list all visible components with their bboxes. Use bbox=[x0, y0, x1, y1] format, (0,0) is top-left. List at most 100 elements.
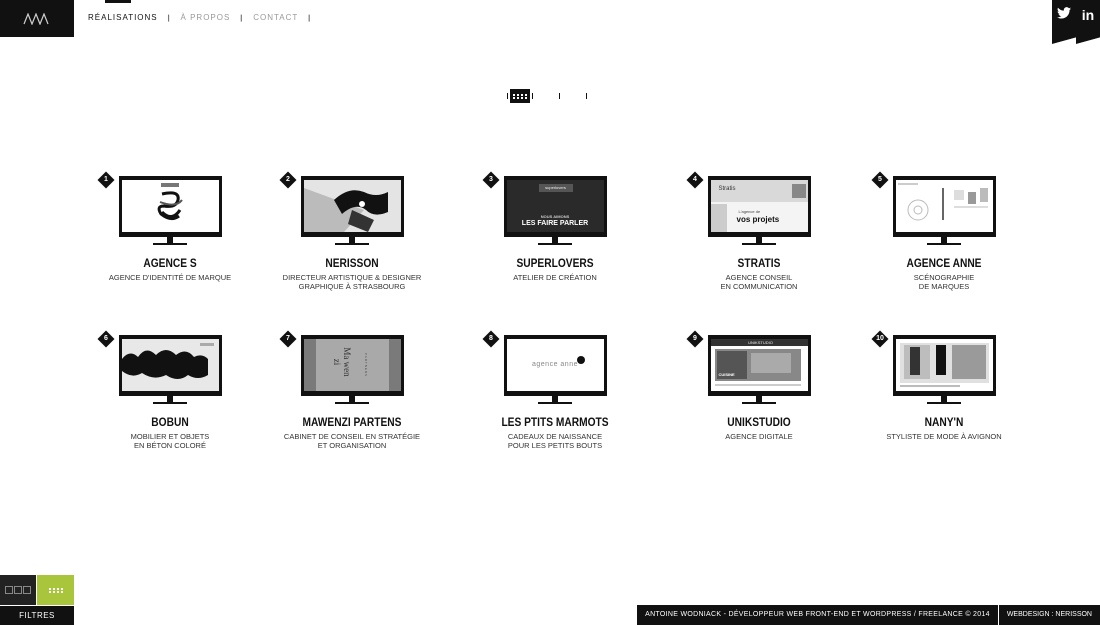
monitor-foot bbox=[153, 243, 187, 245]
project-monitor[interactable] bbox=[118, 176, 222, 237]
project-number-badge: 6 bbox=[97, 330, 115, 348]
project-card[interactable]: 4 Stratis L'agence de vos projets Strati… bbox=[679, 171, 839, 291]
project-monitor[interactable] bbox=[300, 176, 404, 237]
nav-item-a-propos[interactable]: À propos bbox=[181, 13, 231, 22]
project-title[interactable]: Unikstudio bbox=[691, 415, 827, 429]
footer: Antoine Wodniack - Développeur web front… bbox=[637, 605, 1100, 625]
project-monitor[interactable] bbox=[118, 335, 222, 396]
monitor-foot bbox=[927, 402, 961, 404]
footer-webdesign-link[interactable]: Webdesign : Nerisson bbox=[998, 605, 1100, 625]
project-title[interactable]: Agence S bbox=[102, 256, 238, 270]
social-links: in bbox=[1052, 0, 1100, 44]
monitor-foot bbox=[335, 402, 369, 404]
project-monitor[interactable]: superlovers NOUS AIMONS LES FAIRE PARLER bbox=[503, 176, 607, 237]
project-monitor[interactable] bbox=[892, 176, 996, 237]
list-view-button[interactable] bbox=[533, 89, 559, 103]
project-title[interactable]: Nerisson bbox=[284, 256, 420, 270]
monitor-filter-button[interactable] bbox=[0, 575, 36, 605]
monitor-foot bbox=[335, 243, 369, 245]
project-card[interactable]: 10 Nany'n Styliste de mode à Avignon bbox=[864, 330, 1024, 441]
project-title[interactable]: Nany'n bbox=[876, 415, 1012, 429]
twitter-icon bbox=[1057, 7, 1071, 19]
screen-text: PARTNERS bbox=[363, 353, 368, 378]
project-card[interactable]: 8 agence anne Les Ptits Marmots Cadeaux … bbox=[475, 330, 635, 450]
monitor-icon bbox=[5, 586, 13, 594]
project-monitor[interactable]: Ma wen zi PARTNERS bbox=[300, 335, 404, 396]
site-logo[interactable] bbox=[0, 0, 74, 37]
screen-logo: Ma wen zi bbox=[331, 347, 352, 377]
footer-credit: Antoine Wodniack - Développeur web front… bbox=[637, 605, 998, 625]
project-number-badge: 1 bbox=[97, 171, 115, 189]
project-screenshot bbox=[895, 180, 993, 232]
project-number-badge: 7 bbox=[279, 330, 297, 348]
project-screenshot: agence anne bbox=[506, 339, 604, 391]
screen-headline: LES FAIRE PARLER bbox=[521, 220, 589, 227]
project-title[interactable]: Agence Anne bbox=[876, 256, 1012, 270]
project-description: Agence digitale bbox=[725, 432, 793, 441]
monitor-foot bbox=[742, 243, 776, 245]
project-monitor[interactable]: Stratis L'agence de vos projets bbox=[707, 176, 811, 237]
screen-text: NOUS AIMONS bbox=[540, 214, 570, 219]
project-description: Agence d'identité de marque bbox=[108, 273, 232, 282]
project-description: Scénographie de marques bbox=[913, 273, 975, 291]
screen-logo: superlovers bbox=[538, 184, 573, 192]
project-title[interactable]: Bobun bbox=[102, 415, 238, 429]
project-screenshot: UNIKSTUDIO CUISINE bbox=[710, 339, 808, 391]
linkedin-link[interactable]: in bbox=[1076, 0, 1100, 44]
project-screenshot bbox=[121, 339, 219, 391]
monitor-foot bbox=[153, 402, 187, 404]
project-description: Cadeaux de naissance pour les petits bou… bbox=[507, 432, 603, 450]
monitor-foot bbox=[927, 243, 961, 245]
screen-header: UNIKSTUDIO bbox=[710, 339, 808, 346]
project-monitor[interactable]: agence anne bbox=[503, 335, 607, 396]
project-screenshot: superlovers NOUS AIMONS LES FAIRE PARLER bbox=[506, 180, 604, 232]
monitor-foot bbox=[538, 402, 572, 404]
project-number-badge: 3 bbox=[482, 171, 500, 189]
project-card[interactable]: 1 Agence S Agence d'identité de marque bbox=[90, 171, 250, 282]
project-title[interactable]: Superlovers bbox=[487, 256, 623, 270]
project-screenshot bbox=[303, 180, 401, 232]
monitor-icon bbox=[14, 586, 22, 594]
slider-view-button[interactable] bbox=[560, 89, 586, 103]
filters-toggle[interactable]: FILTRES bbox=[0, 606, 74, 625]
project-number-badge: 8 bbox=[482, 330, 500, 348]
nav-item-contact[interactable]: Contact bbox=[253, 13, 298, 22]
project-number-badge: 2 bbox=[279, 171, 297, 189]
nav-separator: ❙ bbox=[238, 14, 246, 22]
project-card[interactable]: 7 Ma wen zi PARTNERS Mawenzi Partens Cab… bbox=[272, 330, 432, 450]
screen-text: CUISINE bbox=[718, 372, 735, 377]
project-screenshot: Stratis L'agence de vos projets bbox=[710, 180, 808, 232]
project-screenshot bbox=[895, 339, 993, 391]
nav-separator: ❙ bbox=[165, 14, 173, 22]
monitor-icon bbox=[23, 586, 31, 594]
project-title[interactable]: Les Ptits Marmots bbox=[487, 415, 623, 429]
project-description: Mobilier et objets en béton coloré bbox=[130, 432, 210, 450]
nav-active-indicator bbox=[105, 0, 131, 3]
logo-mark-icon bbox=[23, 12, 49, 25]
project-screenshot: Ma wen zi PARTNERS bbox=[303, 339, 401, 391]
view-switch-divider bbox=[507, 93, 508, 99]
project-screenshot bbox=[121, 180, 219, 232]
project-description: Directeur artistique & designer graphiqu… bbox=[282, 273, 422, 291]
grid-filter-button[interactable] bbox=[37, 575, 74, 605]
project-card[interactable]: 9 UNIKSTUDIO CUISINE Unikstudio Agence d… bbox=[679, 330, 839, 441]
project-title[interactable]: Stratis bbox=[691, 256, 827, 270]
project-description: Agence conseil en communication bbox=[720, 273, 798, 291]
twitter-link[interactable] bbox=[1052, 0, 1076, 44]
project-card[interactable]: 6 Bobun Mobilier et objets en béton colo… bbox=[90, 330, 250, 450]
project-title[interactable]: Mawenzi Partens bbox=[284, 415, 420, 429]
project-monitor[interactable]: UNIKSTUDIO CUISINE bbox=[707, 335, 811, 396]
nav-item-realisations[interactable]: Réalisations bbox=[88, 13, 158, 22]
grid-view-button[interactable] bbox=[510, 89, 530, 103]
screen-headline: vos projets bbox=[736, 215, 780, 224]
project-description: Styliste de mode à Avignon bbox=[886, 432, 1002, 441]
filters-panel: FILTRES bbox=[0, 575, 74, 625]
project-monitor[interactable] bbox=[892, 335, 996, 396]
project-card[interactable]: 5 Agence Anne Scénographie de marques bbox=[864, 171, 1024, 291]
screen-text: L'agence de bbox=[738, 209, 761, 214]
project-card[interactable]: 3 superlovers NOUS AIMONS LES FAIRE PARL… bbox=[475, 171, 635, 282]
project-number-badge: 4 bbox=[686, 171, 704, 189]
grid-icon bbox=[48, 587, 63, 593]
monitor-foot bbox=[742, 402, 776, 404]
project-card[interactable]: 2 Nerisson Directeur artistique & design… bbox=[272, 171, 432, 291]
